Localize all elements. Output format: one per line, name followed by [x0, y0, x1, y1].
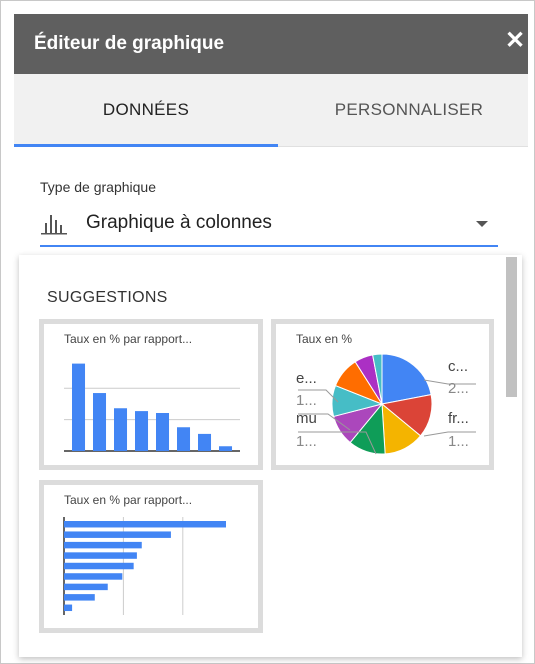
tab-personnaliser[interactable]: PERSONNALISER [290, 74, 528, 146]
editor-header: Éditeur de graphique ✕ [14, 14, 528, 74]
chevron-down-icon [476, 221, 488, 227]
column-chart-icon [41, 215, 67, 235]
pie-label-value: 1... [448, 433, 469, 450]
horizontal-bar [64, 594, 95, 601]
pie-label-name: mu [296, 410, 317, 427]
pie-label-name: c... [448, 358, 469, 375]
horizontal-bar [64, 604, 73, 612]
suggestion-bar-chart[interactable]: Taux en % par rapport... [39, 480, 263, 633]
tab-bar: DONNÉES PERSONNALISER [14, 74, 528, 147]
horizontal-bar [64, 521, 226, 528]
column-bar [114, 408, 128, 451]
pie-label-value: 1... [296, 392, 317, 409]
horizontal-bar [64, 541, 142, 549]
horizontal-bar [64, 552, 137, 559]
column-bar [156, 413, 170, 451]
pie-label-value: 2... [448, 380, 469, 397]
pie-label-value: 1... [296, 433, 317, 450]
scrollbar-thumb[interactable] [506, 257, 517, 397]
horizontal-bar [64, 573, 123, 580]
suggestion-column-chart[interactable]: Taux en % par rapport... [39, 319, 263, 470]
tab-donnees[interactable]: DONNÉES [14, 74, 278, 146]
suggestions-heading: SUGGESTIONS [47, 289, 168, 306]
bar-chart-preview [63, 517, 226, 615]
suggestion-pie-chart[interactable]: Taux en % c... 2... e... 1... fr... 1...… [271, 319, 494, 470]
column-bar [177, 427, 191, 451]
column-bar [72, 363, 86, 451]
column-bar [219, 446, 233, 451]
editor-title: Éditeur de graphique [34, 33, 225, 54]
column-bar [198, 433, 212, 451]
pie-label-name: e... [296, 370, 317, 387]
pie-label-name: fr... [448, 410, 469, 427]
column-bar [93, 393, 107, 451]
column-bar [135, 411, 149, 451]
chart-type-label: Type de graphique [40, 179, 156, 195]
chart-suggestions-dropdown: SUGGESTIONS Taux en % par rapport... Tau… [19, 255, 522, 657]
chart-type-select[interactable]: Graphique à colonnes [40, 205, 498, 247]
close-icon[interactable]: ✕ [504, 28, 526, 54]
horizontal-bar [64, 562, 134, 570]
horizontal-bar [64, 583, 108, 591]
column-chart-preview [64, 363, 240, 452]
chart-type-value: Graphique à colonnes [86, 212, 272, 233]
horizontal-bar [64, 531, 171, 538]
